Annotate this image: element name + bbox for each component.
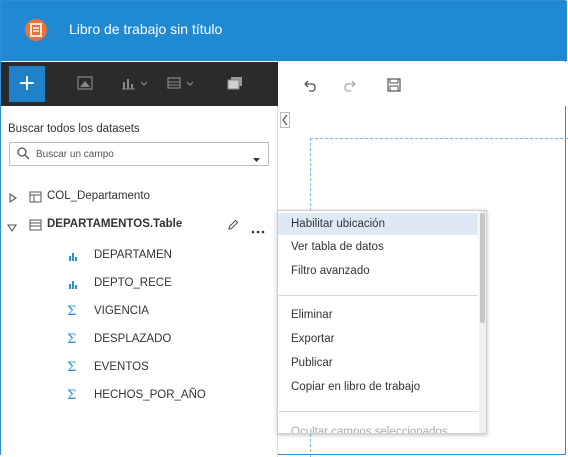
- field-name: DESPLAZADO: [94, 333, 172, 345]
- redo-icon[interactable]: [341, 78, 357, 95]
- menu-item-publish[interactable]: Publicar: [278, 352, 478, 374]
- string-field-icon: [67, 250, 79, 262]
- field-name: EVENTOS: [94, 361, 149, 373]
- dataset-table-icon: [29, 191, 42, 206]
- field-name: DEPARTAMEN: [94, 249, 172, 261]
- chevron-left-icon: [282, 114, 288, 126]
- pencil-icon[interactable]: [227, 219, 239, 234]
- menu-item-label: Exportar: [291, 333, 335, 345]
- field-item[interactable]: Σ VIGENCIA: [1, 301, 277, 323]
- search-field-input[interactable]: Buscar un campo: [9, 142, 269, 166]
- menu-item-label: Filtro avanzado: [291, 265, 370, 277]
- table-icon[interactable]: [167, 76, 195, 93]
- add-button[interactable]: +: [9, 66, 45, 102]
- map-icon[interactable]: [77, 76, 93, 93]
- collapse-pane-button[interactable]: [280, 112, 290, 128]
- toolbar: +: [1, 62, 567, 106]
- data-pane: Buscar todos los datasets Buscar un camp…: [1, 106, 277, 457]
- field-item[interactable]: Σ EVENTOS: [1, 357, 277, 379]
- string-field-icon: [67, 278, 79, 290]
- dataset-name: COL_Departamento: [47, 190, 150, 202]
- menu-item-delete[interactable]: Eliminar: [278, 304, 478, 326]
- search-datasets-label: Buscar todos los datasets: [8, 123, 140, 135]
- workbook-icon: [25, 19, 47, 41]
- caret-down-icon[interactable]: [253, 152, 260, 166]
- add-icon: +: [17, 71, 37, 96]
- field-item[interactable]: DEPTO_RECE: [1, 273, 277, 295]
- undo-icon[interactable]: [303, 78, 319, 95]
- duplicate-icon[interactable]: [227, 76, 243, 93]
- save-icon[interactable]: [387, 78, 401, 95]
- toolbar-left: +: [1, 62, 278, 106]
- field-name: HECHOS_POR_AÑO: [94, 389, 206, 401]
- menu-divider: [278, 295, 478, 296]
- sigma-icon: Σ: [67, 388, 77, 403]
- dataset-context-menu: Habilitar ubicación Ver tabla de datos F…: [277, 210, 487, 434]
- sigma-icon: Σ: [67, 304, 77, 319]
- workbook-title[interactable]: Libro de trabajo sin título: [69, 21, 222, 37]
- menu-item-label: Copiar en libro de trabajo: [291, 381, 421, 393]
- menu-item-copy-to-workbook[interactable]: Copiar en libro de trabajo: [278, 376, 478, 398]
- menu-item-label: Ver tabla de datos: [291, 241, 384, 253]
- menu-item-enable-location[interactable]: Habilitar ubicación: [278, 213, 478, 235]
- title-bar: Libro de trabajo sin título: [1, 1, 567, 61]
- search-icon: [17, 147, 30, 163]
- field-item[interactable]: DEPARTAMEN: [1, 245, 277, 267]
- collapse-icon[interactable]: [6, 221, 18, 235]
- dataset-item-selected[interactable]: DEPARTAMENTOS.Table: [1, 214, 277, 236]
- dataset-name: DEPARTAMENTOS.Table: [47, 218, 183, 230]
- menu-item-label: Habilitar ubicación: [291, 218, 385, 230]
- field-item[interactable]: Σ HECHOS_POR_AÑO: [1, 385, 277, 407]
- menu-item-advanced-filter[interactable]: Filtro avanzado: [278, 260, 478, 282]
- dataset-item[interactable]: COL_Departamento: [1, 186, 277, 208]
- menu-item-label: Ocultar campos seleccionados: [291, 426, 448, 434]
- sigma-icon: Σ: [67, 360, 77, 375]
- sigma-icon: Σ: [67, 332, 77, 347]
- menu-divider: [278, 411, 478, 412]
- menu-scrollbar-thumb[interactable]: [480, 213, 485, 323]
- field-name: DEPTO_RECE: [94, 277, 172, 289]
- menu-item-export[interactable]: Exportar: [278, 328, 478, 350]
- menu-item-hide-selected-fields[interactable]: Ocultar campos seleccionados: [278, 421, 478, 434]
- field-name: VIGENCIA: [94, 305, 149, 317]
- menu-scrollbar[interactable]: [479, 211, 486, 433]
- expand-icon[interactable]: [9, 192, 17, 206]
- more-options-icon[interactable]: [251, 223, 265, 237]
- dataset-table-icon: [29, 219, 42, 234]
- menu-item-view-data-table[interactable]: Ver tabla de datos: [278, 236, 478, 258]
- menu-item-label: Publicar: [291, 357, 333, 369]
- search-placeholder: Buscar un campo: [36, 149, 114, 160]
- chart-icon[interactable]: [121, 76, 149, 93]
- field-item[interactable]: Σ DESPLAZADO: [1, 329, 277, 351]
- menu-item-label: Eliminar: [291, 309, 333, 321]
